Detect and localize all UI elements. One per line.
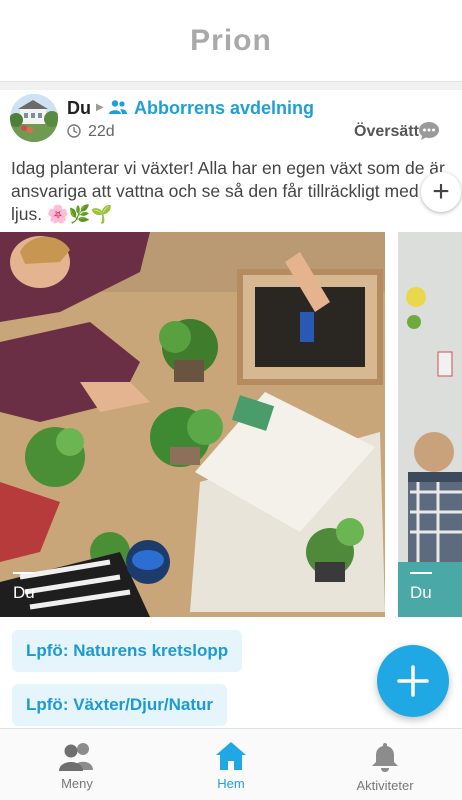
- divider: [0, 82, 462, 90]
- author-name[interactable]: Du: [67, 98, 91, 119]
- nav-label: Aktiviteter: [356, 778, 414, 793]
- photo-gallery[interactable]: Du Du: [0, 232, 462, 617]
- post-photo[interactable]: Du: [0, 232, 385, 617]
- home-icon: [216, 742, 246, 770]
- nav-label: Hem: [217, 776, 245, 791]
- group-icon: [109, 100, 127, 114]
- caption-line: [13, 572, 35, 574]
- nav-label: Meny: [61, 776, 93, 791]
- photo-caption: Du: [13, 583, 35, 602]
- top-bar: Prion: [0, 0, 462, 82]
- post-photo[interactable]: Du: [398, 232, 462, 617]
- post-header: Du ▶ Abborrens avdelning 22d Översätt: [0, 90, 462, 148]
- curriculum-tag[interactable]: Lpfö: Naturens kretslopp: [12, 630, 243, 672]
- nav-activities[interactable]: Aktiviteter: [308, 729, 462, 800]
- group-link[interactable]: Abborrens avdelning: [134, 98, 314, 119]
- nav-home[interactable]: Hem: [154, 729, 308, 800]
- nav-menu[interactable]: Meny: [0, 729, 154, 800]
- translate-button[interactable]: Översätt: [354, 123, 419, 141]
- post-text: Idag planterar vi växter! Alla har en eg…: [11, 158, 445, 224]
- caption-line: [410, 572, 432, 574]
- add-icon[interactable]: +: [421, 172, 461, 212]
- bottom-nav: Meny Hem Aktiviteter: [0, 728, 462, 800]
- chat-bubble-icon[interactable]: [418, 121, 440, 141]
- people-icon: [59, 743, 93, 771]
- bell-icon: [372, 743, 398, 772]
- plus-icon: [397, 665, 429, 697]
- create-post-button[interactable]: [377, 645, 449, 717]
- post-time: 22d: [88, 123, 115, 140]
- app-title: Prion: [190, 23, 272, 57]
- clock-icon: [67, 124, 81, 138]
- curriculum-tag[interactable]: Lpfö: Växter/Djur/Natur: [12, 684, 228, 726]
- photo-caption: Du: [410, 583, 432, 602]
- avatar[interactable]: [10, 94, 58, 142]
- arrow-right-icon: ▶: [96, 102, 104, 113]
